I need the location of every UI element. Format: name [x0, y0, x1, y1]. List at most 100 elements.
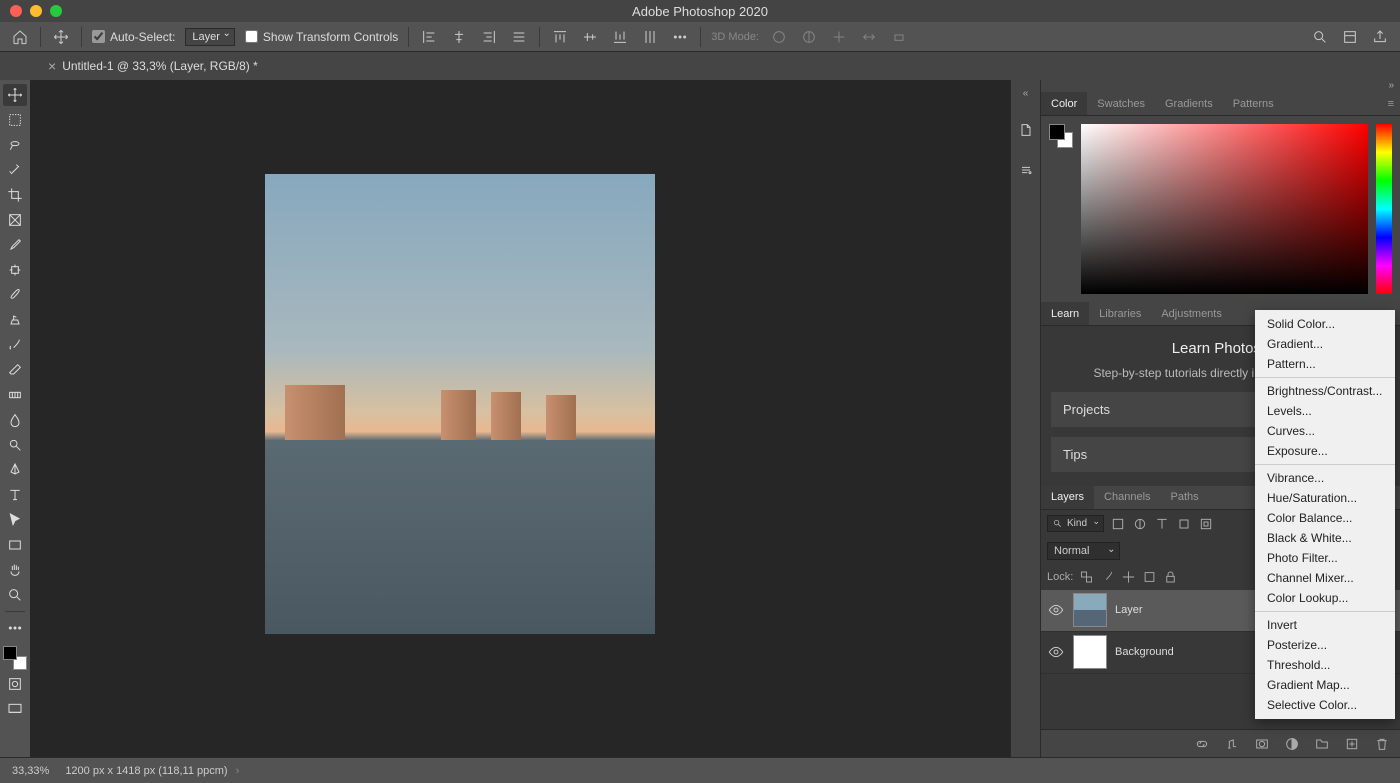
context-menu-item[interactable]: Brightness/Contrast...: [1255, 381, 1395, 401]
align-left-edges-icon[interactable]: [419, 27, 439, 47]
foreground-background-swatch[interactable]: [3, 646, 27, 670]
properties-panel-icon[interactable]: [1016, 160, 1036, 180]
context-menu-item[interactable]: Threshold...: [1255, 655, 1395, 675]
context-menu-item[interactable]: Gradient Map...: [1255, 675, 1395, 695]
document-canvas[interactable]: [265, 174, 655, 634]
color-panel-fgbg[interactable]: [1049, 124, 1073, 148]
context-menu-item[interactable]: Hue/Saturation...: [1255, 488, 1395, 508]
quick-mask-mode-icon[interactable]: [3, 673, 27, 695]
new-fill-adjustment-layer-icon[interactable]: [1282, 734, 1302, 754]
context-menu-item[interactable]: Black & White...: [1255, 528, 1395, 548]
close-icon[interactable]: ×: [48, 58, 56, 74]
window-maximize[interactable]: [50, 5, 62, 17]
context-menu-item[interactable]: Selective Color...: [1255, 695, 1395, 715]
share-icon[interactable]: [1370, 27, 1390, 47]
new-layer-icon[interactable]: [1342, 734, 1362, 754]
history-panel-icon[interactable]: [1016, 120, 1036, 140]
align-vertical-centers-icon[interactable]: [580, 27, 600, 47]
lock-artboard-icon[interactable]: [1142, 569, 1157, 584]
tab-color[interactable]: Color: [1041, 92, 1087, 115]
panel-menu-icon[interactable]: ≡: [1382, 92, 1400, 115]
color-field[interactable]: [1081, 124, 1368, 294]
brush-tool[interactable]: [3, 284, 27, 306]
foreground-color-swatch[interactable]: [3, 646, 17, 660]
new-group-icon[interactable]: [1312, 734, 1332, 754]
align-horizontal-centers-icon[interactable]: [449, 27, 469, 47]
link-layers-icon[interactable]: [1192, 734, 1212, 754]
visibility-toggle-icon[interactable]: [1047, 602, 1065, 618]
zoom-tool[interactable]: [3, 584, 27, 606]
context-menu-item[interactable]: Channel Mixer...: [1255, 568, 1395, 588]
fill-adjustment-context-menu[interactable]: Solid Color...Gradient...Pattern... Brigh…: [1255, 310, 1395, 719]
context-menu-item[interactable]: Color Lookup...: [1255, 588, 1395, 608]
tab-gradients[interactable]: Gradients: [1155, 92, 1223, 115]
tab-channels[interactable]: Channels: [1094, 486, 1160, 509]
lock-transparency-icon[interactable]: [1079, 569, 1094, 584]
context-menu-item[interactable]: Vibrance...: [1255, 468, 1395, 488]
tab-layers[interactable]: Layers: [1041, 486, 1094, 509]
auto-select-checkbox[interactable]: Auto-Select:: [92, 30, 175, 44]
blend-mode-dropdown[interactable]: Normal: [1047, 542, 1120, 560]
pen-tool[interactable]: [3, 459, 27, 481]
align-top-edges-icon[interactable]: [550, 27, 570, 47]
type-tool[interactable]: [3, 484, 27, 506]
crop-tool[interactable]: [3, 184, 27, 206]
move-tool[interactable]: [3, 84, 27, 106]
collapse-handle-icon[interactable]: «: [1011, 88, 1040, 100]
filter-smartobject-icon[interactable]: [1198, 516, 1214, 532]
context-menu-item[interactable]: Posterize...: [1255, 635, 1395, 655]
workspace-switcher-icon[interactable]: [1340, 27, 1360, 47]
context-menu-item[interactable]: Invert: [1255, 615, 1395, 635]
spot-healing-brush-tool[interactable]: [3, 259, 27, 281]
context-menu-item[interactable]: Solid Color...: [1255, 314, 1395, 334]
history-brush-tool[interactable]: [3, 334, 27, 356]
context-menu-item[interactable]: Pattern...: [1255, 354, 1395, 374]
status-zoom[interactable]: 33,33%: [12, 765, 49, 777]
tab-learn[interactable]: Learn: [1041, 302, 1089, 325]
layer-style-icon[interactable]: [1222, 734, 1242, 754]
move-tool-icon[interactable]: [51, 27, 71, 47]
auto-select-target-dropdown[interactable]: Layer: [185, 28, 235, 46]
filter-pixel-icon[interactable]: [1110, 516, 1126, 532]
filter-shape-icon[interactable]: [1176, 516, 1192, 532]
filter-adjustment-icon[interactable]: [1132, 516, 1148, 532]
canvas-area[interactable]: [30, 80, 1010, 757]
filter-type-icon[interactable]: [1154, 516, 1170, 532]
path-selection-tool[interactable]: [3, 509, 27, 531]
rectangle-tool[interactable]: [3, 534, 27, 556]
tab-swatches[interactable]: Swatches: [1087, 92, 1155, 115]
edit-toolbar-icon[interactable]: [3, 617, 27, 639]
layer-mask-icon[interactable]: [1252, 734, 1272, 754]
delete-layer-icon[interactable]: [1372, 734, 1392, 754]
layer-thumbnail[interactable]: [1073, 593, 1107, 627]
context-menu-item[interactable]: Levels...: [1255, 401, 1395, 421]
layer-name[interactable]: Layer: [1115, 604, 1143, 616]
blur-tool[interactable]: [3, 409, 27, 431]
clone-stamp-tool[interactable]: [3, 309, 27, 331]
lock-position-icon[interactable]: [1121, 569, 1136, 584]
layer-thumbnail[interactable]: [1073, 635, 1107, 669]
more-options-icon[interactable]: [670, 27, 690, 47]
tab-paths[interactable]: Paths: [1161, 486, 1209, 509]
show-transform-checkbox[interactable]: Show Transform Controls: [245, 30, 398, 44]
status-doc-info[interactable]: 1200 px x 1418 px (118,11 ppcm): [65, 765, 239, 777]
lock-all-icon[interactable]: [1163, 569, 1178, 584]
gradient-tool[interactable]: [3, 384, 27, 406]
eraser-tool[interactable]: [3, 359, 27, 381]
window-minimize[interactable]: [30, 5, 42, 17]
align-right-edges-icon[interactable]: [479, 27, 499, 47]
document-tab[interactable]: × Untitled-1 @ 33,3% (Layer, RGB/8) *: [40, 58, 266, 74]
window-close[interactable]: [10, 5, 22, 17]
eyedropper-tool[interactable]: [3, 234, 27, 256]
screen-mode-icon[interactable]: [3, 698, 27, 720]
context-menu-item[interactable]: Exposure...: [1255, 441, 1395, 461]
align-bottom-edges-icon[interactable]: [610, 27, 630, 47]
hue-slider[interactable]: [1376, 124, 1392, 294]
home-icon[interactable]: [10, 27, 30, 47]
context-menu-item[interactable]: Color Balance...: [1255, 508, 1395, 528]
hand-tool[interactable]: [3, 559, 27, 581]
tab-libraries[interactable]: Libraries: [1089, 302, 1151, 325]
distribute-icon[interactable]: [640, 27, 660, 47]
context-menu-item[interactable]: Gradient...: [1255, 334, 1395, 354]
collapse-handle-icon[interactable]: »: [1041, 80, 1400, 92]
